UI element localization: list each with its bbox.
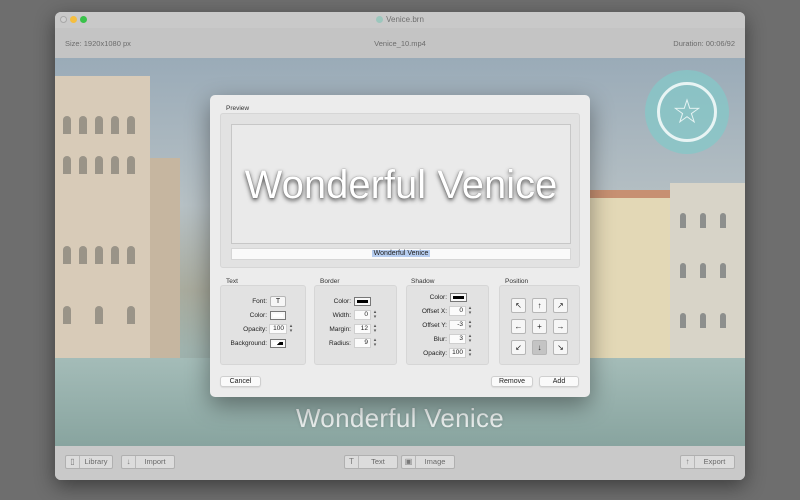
- preview-label: Preview: [226, 105, 250, 112]
- text-section-label: Text: [226, 278, 238, 285]
- video-scenery: [55, 76, 150, 406]
- image-icon: ▣: [402, 456, 416, 468]
- border-settings-panel: Color: Width: 0 ▴ ▾ Margin: 12 ▴ ▾ Radius:…: [314, 285, 397, 365]
- background-label: Background:: [230, 340, 268, 347]
- text-color-well[interactable]: [270, 311, 286, 320]
- text-settings-panel: Font: T Color: Opacity: 100 ▴ ▾ Backgroun…: [220, 285, 306, 365]
- border-color-well[interactable]: [354, 297, 371, 306]
- preview-panel: Wonderful Venice Wonderful Venice: [220, 113, 580, 268]
- preview-box: Wonderful Venice: [231, 124, 571, 244]
- border-section-label: Border: [320, 278, 340, 285]
- shadow-color-well[interactable]: [450, 293, 467, 302]
- text-overlay-dialog: Preview Wonderful Venice Wonderful Venic…: [210, 95, 590, 397]
- font-button[interactable]: T: [270, 296, 286, 307]
- watermark-badge[interactable]: ☆: [645, 70, 729, 154]
- offset-x-field[interactable]: 0: [449, 306, 466, 316]
- text-opacity-field[interactable]: 100: [269, 324, 287, 334]
- position-right-button[interactable]: →: [553, 319, 568, 334]
- position-section-label: Position: [505, 278, 529, 285]
- position-top-button[interactable]: ↑: [532, 298, 547, 313]
- shadow-section-label: Shadow: [411, 278, 435, 285]
- border-radius-stepper[interactable]: ▴ ▾: [372, 338, 378, 348]
- border-color-label: Color:: [333, 298, 351, 305]
- export-icon: ↑: [681, 456, 695, 468]
- position-left-button[interactable]: ←: [511, 319, 526, 334]
- cancel-button[interactable]: Cancel: [220, 376, 261, 387]
- document-icon: [376, 16, 384, 23]
- border-margin-stepper[interactable]: ▴ ▾: [372, 324, 378, 334]
- export-button[interactable]: ↑ Export: [680, 455, 735, 469]
- blur-label: Blur:: [433, 336, 447, 343]
- window-title: Venice.brn: [55, 15, 745, 24]
- import-button[interactable]: ↓ Import: [121, 455, 175, 469]
- video-text-overlay[interactable]: Wonderful Venice: [55, 403, 745, 434]
- library-button[interactable]: ▯ Library: [65, 455, 113, 469]
- shadow-opacity-stepper[interactable]: ▴ ▾: [467, 348, 473, 358]
- border-width-stepper[interactable]: ▴ ▾: [372, 310, 378, 320]
- font-label: Font:: [252, 298, 267, 305]
- bottom-toolbar: ▯ Library ↓ Import T Text ▣ Image ↑ Export: [55, 446, 745, 480]
- border-width-field[interactable]: 0: [354, 310, 371, 320]
- border-radius-field[interactable]: 9: [354, 338, 371, 348]
- text-opacity-label: Opacity:: [243, 326, 267, 333]
- shadow-color-label: Color:: [429, 294, 447, 301]
- info-bar: Size: 1920x1080 px Venice_10.mp4 Duratio…: [55, 28, 745, 58]
- border-margin-field[interactable]: 12: [354, 324, 371, 334]
- blur-field[interactable]: 3: [449, 334, 466, 344]
- titlebar: Venice.brn: [55, 12, 745, 28]
- offset-x-label: Offset X:: [421, 308, 447, 315]
- position-bottom-right-button[interactable]: ↘: [553, 340, 568, 355]
- offset-y-label: Offset Y:: [422, 322, 447, 329]
- background-color-well[interactable]: [270, 339, 286, 348]
- video-filename: Venice_10.mp4: [374, 39, 426, 48]
- position-center-button[interactable]: +: [532, 319, 547, 334]
- shadow-opacity-label: Opacity:: [423, 350, 447, 357]
- video-duration: Duration: 00:06/92: [673, 39, 735, 48]
- shadow-settings-panel: Color: Offset X: 0 ▴ ▾ Offset Y: -3 ▴ ▾ Bl…: [406, 285, 489, 365]
- text-input[interactable]: Wonderful Venice: [231, 248, 571, 260]
- library-icon: ▯: [66, 456, 80, 468]
- import-icon: ↓: [122, 456, 136, 468]
- offset-y-stepper[interactable]: ▴ ▾: [467, 320, 473, 330]
- position-top-right-button[interactable]: ↗: [553, 298, 568, 313]
- position-bottom-left-button[interactable]: ↙: [511, 340, 526, 355]
- offset-x-stepper[interactable]: ▴ ▾: [467, 306, 473, 316]
- position-bottom-button[interactable]: ↓: [532, 340, 547, 355]
- shadow-opacity-field[interactable]: 100: [449, 348, 466, 358]
- offset-y-field[interactable]: -3: [449, 320, 466, 330]
- position-top-left-button[interactable]: ↖: [511, 298, 526, 313]
- add-button[interactable]: Add: [539, 376, 579, 387]
- text-color-label: Color:: [249, 312, 267, 319]
- position-panel: ↖ ↑ ↗ ← + → ↙ ↓ ↘: [499, 285, 580, 365]
- preview-text: Wonderful Venice: [244, 163, 558, 207]
- star-icon: ☆: [657, 82, 717, 142]
- add-text-button[interactable]: T Text: [344, 455, 398, 469]
- text-icon: T: [345, 456, 359, 468]
- text-opacity-stepper[interactable]: ▴ ▾: [288, 324, 294, 334]
- add-image-button[interactable]: ▣ Image: [401, 455, 455, 469]
- remove-button[interactable]: Remove: [491, 376, 533, 387]
- blur-stepper[interactable]: ▴ ▾: [467, 334, 473, 344]
- border-width-label: Width:: [332, 312, 351, 319]
- border-margin-label: Margin:: [329, 326, 351, 333]
- border-radius-label: Radius:: [328, 340, 351, 347]
